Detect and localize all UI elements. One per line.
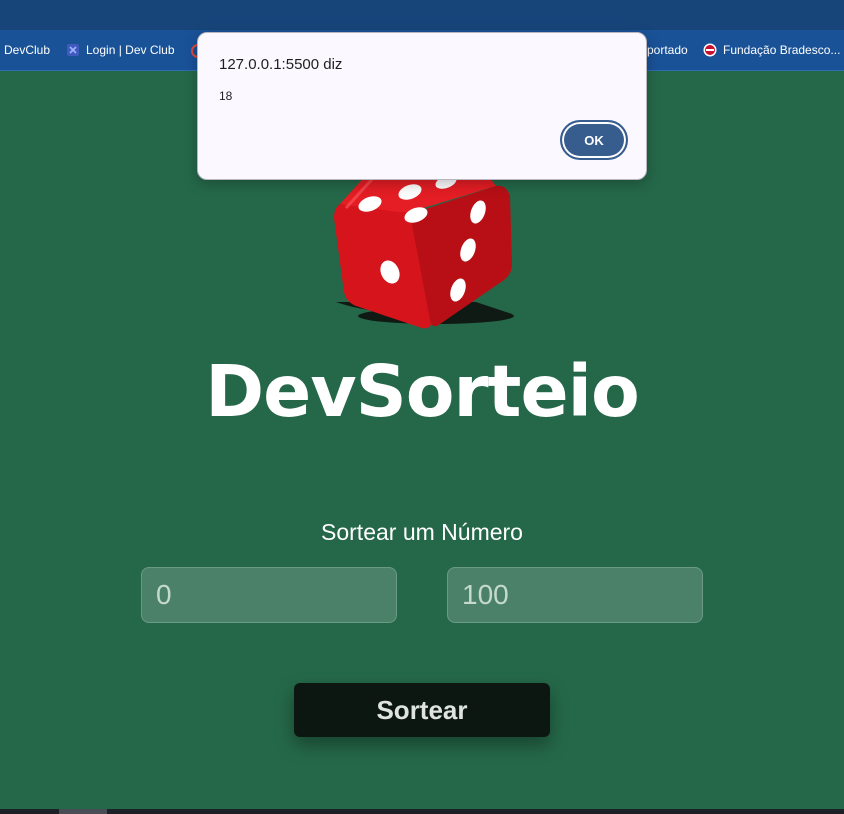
bookmark-label: portado (647, 43, 688, 57)
app-title: DevSorteio (205, 350, 640, 433)
browser-top-bar (0, 0, 844, 30)
bookmark-portado[interactable]: portado (647, 41, 688, 59)
alert-message: 18 (219, 89, 233, 103)
taskbar (0, 809, 844, 814)
alert-dialog: 127.0.0.1:5500 diz 18 OK (197, 32, 647, 180)
bookmark-fundacao-bradesco[interactable]: Fundação Bradesco... (703, 41, 840, 59)
bookmark-label: DevClub (4, 43, 51, 57)
draw-subtitle: Sortear um Número (321, 519, 523, 545)
ok-button[interactable]: OK (560, 120, 628, 160)
taskbar-item[interactable] (59, 809, 107, 814)
min-number-input[interactable] (141, 567, 397, 623)
max-number-input[interactable] (447, 567, 703, 623)
bookmark-label: Fundação Bradesco... (723, 43, 841, 57)
bookmark-label: Login | Dev Club (86, 43, 175, 57)
alert-title: 127.0.0.1:5500 diz (219, 56, 343, 73)
bookmark-login-devclub[interactable]: Login | Dev Club (66, 41, 175, 59)
fundacao-bradesco-icon (703, 43, 717, 57)
draw-button[interactable]: Sortear (294, 683, 550, 737)
bookmark-devclub[interactable]: DevClub (4, 41, 50, 59)
devclub-login-icon (67, 44, 79, 56)
